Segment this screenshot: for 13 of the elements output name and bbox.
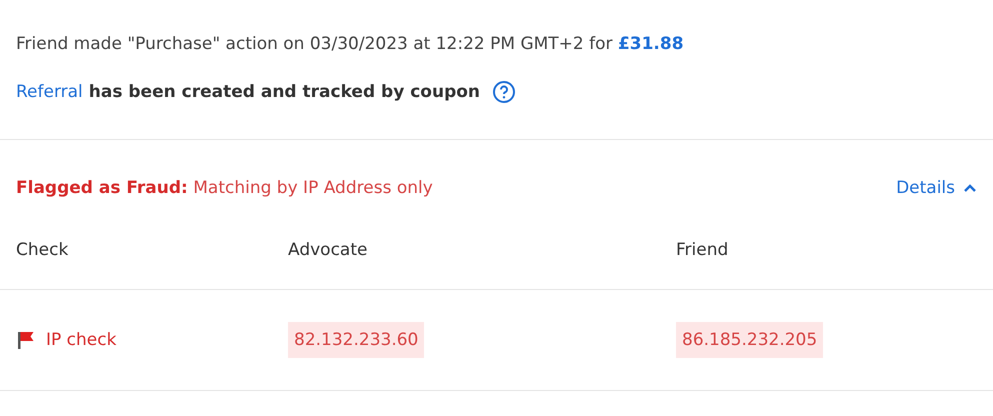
column-header: Friend <box>676 240 730 260</box>
column-header: Advocate <box>288 240 368 260</box>
fraud-status: Flagged as Fraud: Matching by IP Address only <box>16 178 433 198</box>
help-icon[interactable] <box>492 80 516 104</box>
referral-status: has been created and tracked by coupon <box>88 82 480 102</box>
check-name: IP check <box>46 330 116 350</box>
referral-link[interactable]: Referral <box>16 82 83 102</box>
column-header: Check <box>16 240 70 260</box>
event-text: Friend made "Purchase" action on 03/30/2023 at 12:22 PM GMT+2 for £31.88 <box>16 34 684 54</box>
advocate-ip: 82.132.233.60 <box>288 322 424 358</box>
details-toggle[interactable]: Details <box>896 178 977 198</box>
chevron-icon <box>963 183 977 193</box>
friend-ip: 86.185.232.205 <box>676 322 824 358</box>
